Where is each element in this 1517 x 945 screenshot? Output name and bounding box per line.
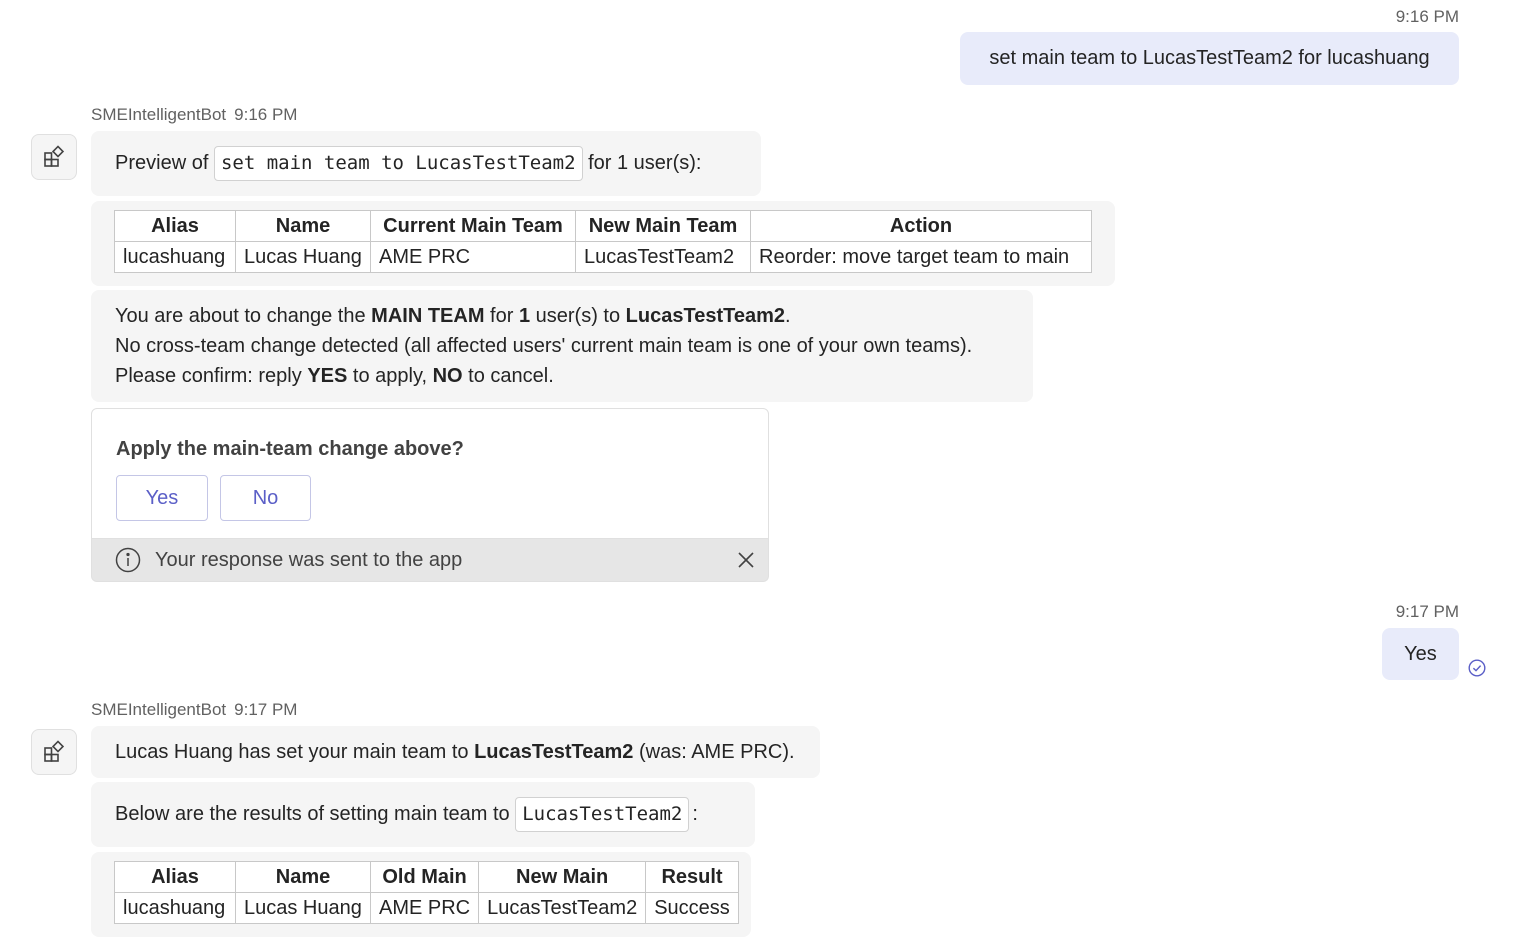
preview-table: Alias Name Current Main Team New Main Te… — [114, 210, 1092, 273]
bold-text: MAIN TEAM — [371, 305, 485, 327]
results-table: Alias Name Old Main New Main Result luca… — [114, 861, 739, 924]
sender-name[interactable]: SMEIntelligentBot — [91, 105, 226, 124]
table-cell: AME PRC — [370, 241, 576, 273]
yes-button[interactable]: Yes — [116, 475, 208, 521]
message-time: 9:16 PM — [234, 105, 298, 124]
results-team-code: LucasTestTeam2 — [515, 797, 690, 832]
table-header: Result — [645, 861, 739, 893]
table-header: New Main — [478, 861, 647, 893]
bold-text: 1 — [518, 305, 531, 327]
preview-command-code: set main team to LucasTestTeam2 — [213, 146, 583, 181]
table-header: Alias — [114, 861, 236, 893]
app-grid-icon — [44, 740, 65, 762]
text: for — [490, 305, 514, 327]
bot-avatar[interactable] — [31, 729, 77, 775]
table-header: Name — [235, 210, 371, 242]
sender-name[interactable]: SMEIntelligentBot — [91, 700, 226, 719]
main-team-set-bubble: Lucas Huang has set your main team to Lu… — [91, 726, 820, 778]
bold-text: LucasTestTeam2 — [625, 305, 785, 327]
confirm-line-1: You are about to change the MAIN TEAM fo… — [115, 301, 1033, 331]
user-message-bubble: set main team to LucasTestTeam2 for luca… — [960, 32, 1459, 85]
close-icon[interactable] — [736, 550, 756, 570]
table-cell: Reorder: move target team to main — [750, 241, 1092, 273]
info-icon — [115, 547, 141, 573]
table-cell: LucasTestTeam2 — [575, 241, 751, 273]
preview-table-bubble: Alias Name Current Main Team New Main Te… — [91, 201, 1115, 286]
confirm-bubble: You are about to change the MAIN TEAM fo… — [91, 290, 1033, 402]
table-header: Alias — [114, 210, 236, 242]
table-header: Action — [750, 210, 1092, 242]
text: Lucas Huang has set your main team to — [115, 740, 469, 763]
response-sent-text: Your response was sent to the app — [155, 548, 463, 571]
text: Below are the results of setting main te… — [115, 803, 510, 825]
text: . — [785, 305, 791, 327]
table-cell: AME PRC — [369, 892, 480, 924]
preview-suffix: for 1 user(s): — [588, 152, 702, 174]
bot-avatar[interactable] — [31, 134, 77, 180]
text: : — [692, 803, 698, 825]
confirm-line-2: No cross-team change detected (all affec… — [115, 335, 973, 357]
table-cell: lucashuang — [114, 892, 236, 924]
preview-bubble: Preview of set main team to LucasTestTea… — [91, 131, 761, 196]
user-message-time: 9:16 PM — [1395, 7, 1459, 26]
table-row: lucashuang Lucas Huang AME PRC LucasTest… — [114, 892, 739, 924]
text: to apply, — [352, 365, 428, 387]
bot-sender-line: SMEIntelligentBot 9:17 PM — [91, 700, 297, 720]
table-cell: Success — [645, 892, 739, 924]
bold-text: NO — [432, 365, 463, 387]
user-message-time: 9:17 PM — [1395, 602, 1459, 621]
table-cell: LucasTestTeam2 — [478, 892, 647, 924]
results-intro-bubble: Below are the results of setting main te… — [91, 782, 755, 847]
table-cell: Lucas Huang — [235, 241, 371, 273]
card-response-footer: Your response was sent to the app — [91, 539, 769, 582]
text: You are about to change the — [115, 305, 366, 327]
table-header: Old Main — [369, 861, 480, 893]
bot-sender-line: SMEIntelligentBot 9:16 PM — [91, 105, 297, 125]
text: user(s) to — [535, 305, 621, 327]
text: (was: AME PRC). — [638, 740, 795, 763]
text: to cancel. — [468, 365, 554, 387]
no-button[interactable]: No — [220, 475, 311, 521]
table-header: Current Main Team — [370, 210, 576, 242]
table-header-row: Alias Name Current Main Team New Main Te… — [114, 210, 1092, 242]
adaptive-card: Apply the main-team change above? Yes No — [91, 408, 769, 539]
text: Please confirm: reply — [115, 365, 302, 387]
results-table-bubble: Alias Name Old Main New Main Result luca… — [91, 852, 751, 937]
table-cell: lucashuang — [114, 241, 236, 273]
bold-text: LucasTestTeam2 — [474, 740, 634, 763]
table-header: New Main Team — [575, 210, 751, 242]
card-title: Apply the main-team change above? — [116, 438, 464, 460]
preview-prefix: Preview of — [115, 152, 209, 174]
table-row: lucashuang Lucas Huang AME PRC LucasTest… — [114, 241, 1092, 273]
confirm-line-3: Please confirm: reply YES to apply, NO t… — [115, 361, 1033, 391]
table-header: Name — [235, 861, 371, 893]
table-header-row: Alias Name Old Main New Main Result — [114, 861, 739, 893]
bold-text: YES — [307, 365, 348, 387]
user-message-bubble: Yes — [1382, 628, 1459, 680]
app-grid-icon — [44, 145, 65, 167]
table-cell: Lucas Huang — [235, 892, 371, 924]
message-time: 9:17 PM — [234, 700, 298, 719]
check-circle-icon — [1468, 659, 1486, 677]
